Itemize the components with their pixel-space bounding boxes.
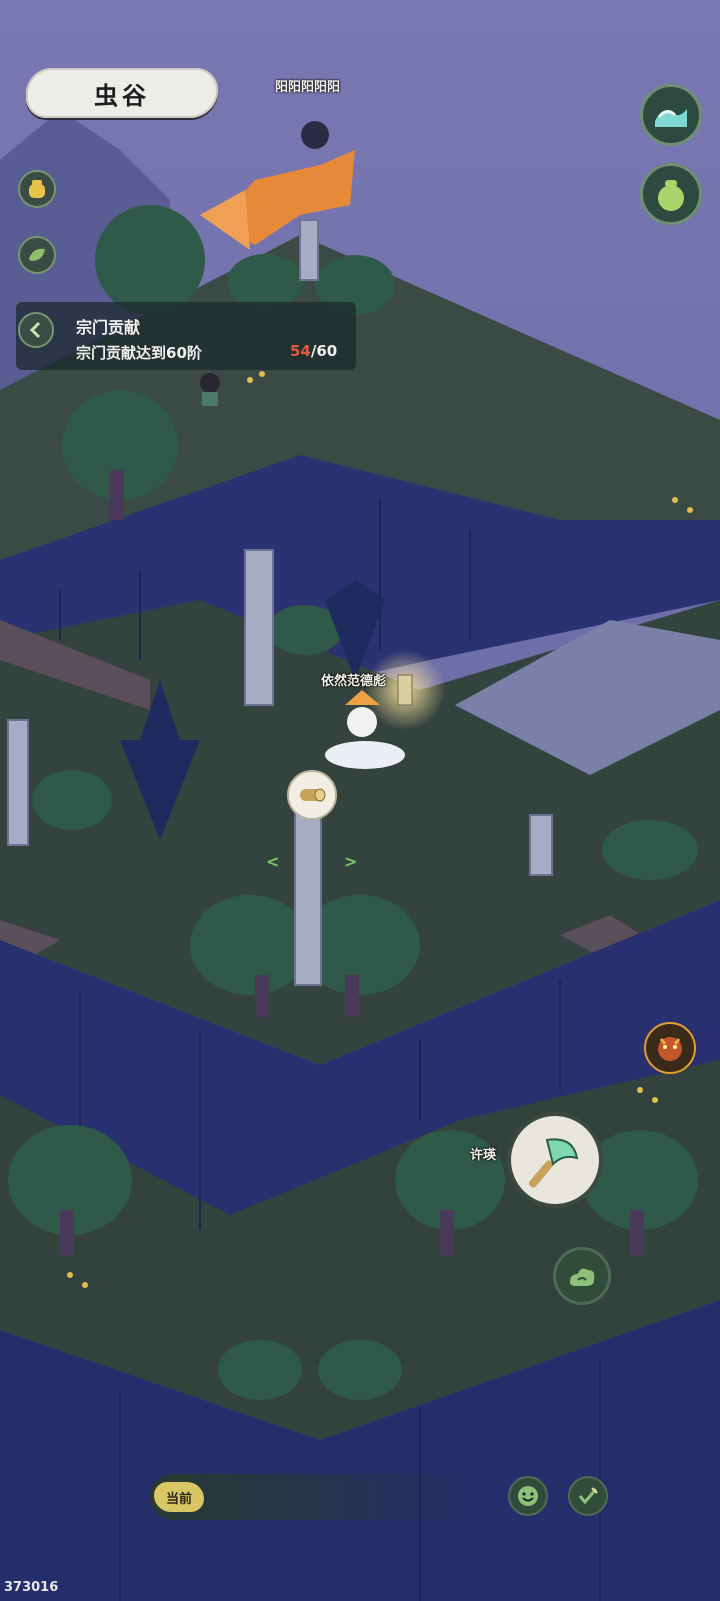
- flying-player-name: 阳阳阳阳阳: [275, 80, 341, 95]
- honey-jar-button[interactable]: [18, 170, 56, 208]
- leaf-icon: [29, 248, 45, 261]
- game-scene[interactable]: 虫谷 阳阳阳阳阳 依然范德彪 许瑛 宗门贡献 宗门贡献达到60阶 54/60 <…: [0, 0, 720, 1601]
- cloud-swirl-icon: [570, 1268, 595, 1286]
- honey-jar-icon: [29, 180, 45, 198]
- arrow-left-icon[interactable]: <: [266, 852, 279, 871]
- feather-check-icon: [578, 1487, 598, 1505]
- send-button[interactable]: [568, 1476, 608, 1516]
- task-progress: 54/60: [290, 342, 337, 360]
- pot-button[interactable]: [640, 163, 702, 225]
- demon-face-icon: [658, 1037, 682, 1061]
- wood-log-icon: [300, 788, 326, 802]
- npc-player-name: 许瑛: [470, 1148, 497, 1163]
- arrow-right-icon[interactable]: >: [344, 852, 357, 871]
- main-player-name: 依然范德彪: [321, 674, 387, 689]
- task-collapse-button[interactable]: [18, 312, 54, 348]
- scene-background: [0, 0, 720, 1601]
- chat-channel-label[interactable]: 当前: [154, 1482, 204, 1512]
- axe-icon: [528, 1138, 579, 1188]
- task-progress-total: 60: [316, 342, 338, 360]
- cloud-action-button[interactable]: [553, 1247, 611, 1305]
- wave-button[interactable]: [640, 84, 702, 146]
- leaf-button[interactable]: [18, 236, 56, 274]
- task-title: 宗门贡献: [76, 318, 141, 337]
- chevron-left-icon: [29, 321, 41, 339]
- interact-wood-bubble[interactable]: [287, 770, 337, 820]
- boss-button[interactable]: [644, 1022, 696, 1074]
- emoji-button[interactable]: [508, 1476, 548, 1516]
- gourd-pot-icon: [658, 180, 684, 211]
- chop-action-button[interactable]: [507, 1112, 603, 1208]
- location-banner: 虫谷: [26, 68, 218, 118]
- location-title: 虫谷: [94, 80, 150, 110]
- task-description: 宗门贡献达到60阶: [76, 344, 202, 362]
- wave-icon: [655, 109, 687, 127]
- smile-icon: [518, 1486, 538, 1506]
- task-progress-current: 54: [290, 342, 311, 360]
- user-id: 373016: [4, 1580, 59, 1595]
